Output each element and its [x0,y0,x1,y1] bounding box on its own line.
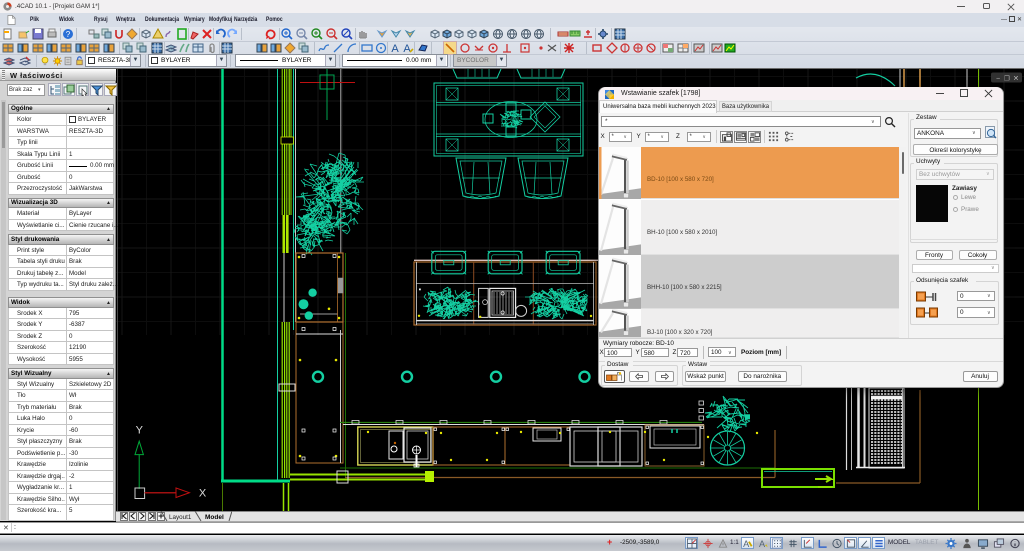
svg-text:A: A [403,43,411,54]
svg-text:Y: Y [136,425,144,437]
svg-text:Model: Model [205,514,224,521]
svg-text:✕: ✕ [1013,76,1019,83]
svg-text:Layout1: Layout1 [169,514,192,521]
svg-text:−: − [996,76,1000,83]
svg-text:A: A [759,539,766,549]
svg-text:❐: ❐ [1004,75,1010,83]
svg-text:A: A [391,43,399,54]
svg-text:?: ? [65,30,70,39]
svg-text:X: X [199,488,207,500]
svg-text:A: A [743,539,750,549]
